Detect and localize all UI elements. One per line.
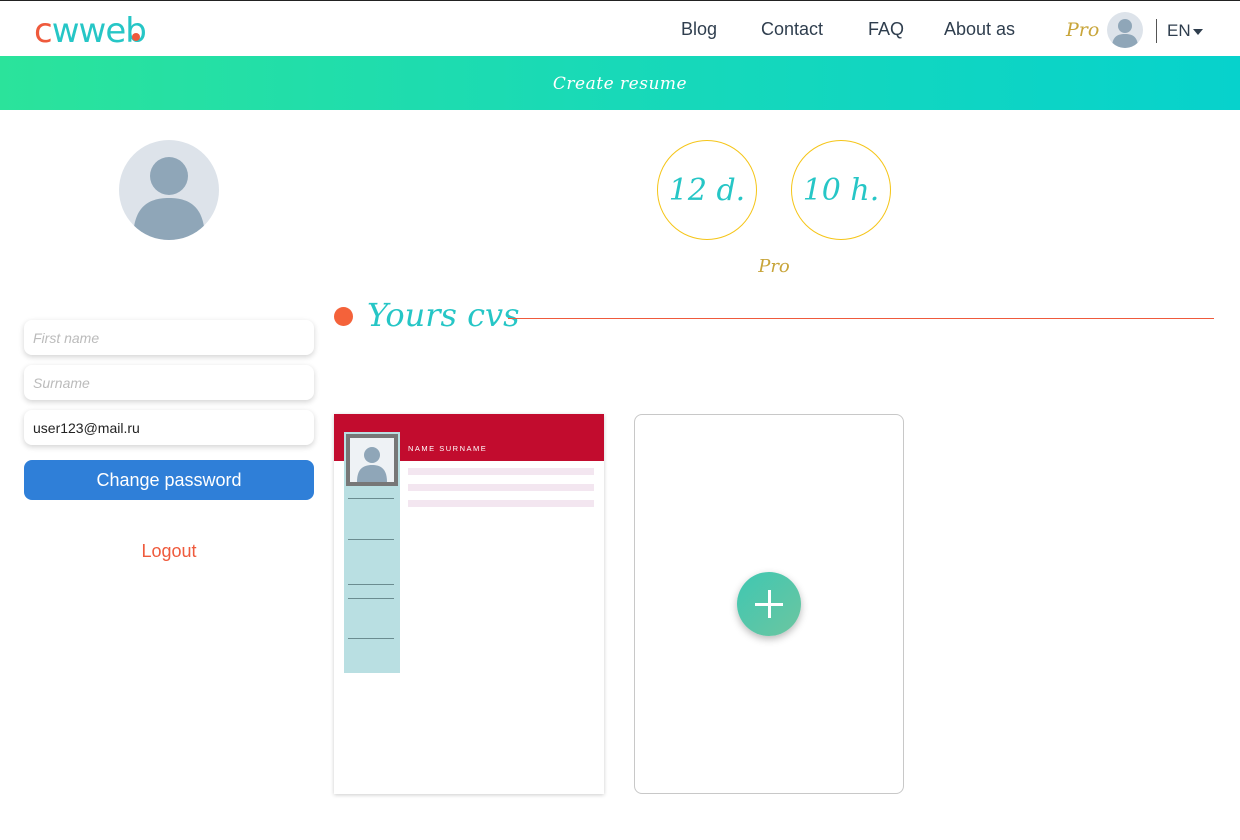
create-resume-label[interactable]: Create resume xyxy=(0,74,1240,94)
cv-thumbnail-card[interactable]: NAME SURNAME xyxy=(334,414,604,794)
days-remaining-value: 12 d. xyxy=(668,172,746,208)
cv-sidebar-divider xyxy=(348,498,394,499)
logo-dot xyxy=(132,33,140,41)
add-cv-button[interactable] xyxy=(737,572,801,636)
language-selector[interactable]: EN xyxy=(1167,21,1191,41)
caret-down-icon[interactable] xyxy=(1193,29,1203,35)
section-divider xyxy=(508,318,1214,319)
cv-sidebar-divider xyxy=(348,584,394,585)
hours-remaining-value: 10 h. xyxy=(802,172,880,208)
cv-name-text: NAME SURNAME xyxy=(408,444,488,453)
first-name-input[interactable] xyxy=(24,320,314,355)
cv-content-row xyxy=(408,468,594,475)
email-input[interactable] xyxy=(24,410,314,445)
cvweb-logo[interactable]: cwweb xyxy=(34,11,147,51)
pro-badge: Pro xyxy=(1066,19,1100,41)
cv-content-row xyxy=(408,500,594,507)
days-remaining-circle: 12 d. xyxy=(657,140,757,240)
hours-remaining-circle: 10 h. xyxy=(791,140,891,240)
nav-faq-link[interactable]: FAQ xyxy=(868,19,904,40)
nav-separator xyxy=(1156,19,1157,43)
logout-link[interactable]: Logout xyxy=(24,541,314,562)
cv-sidebar-divider xyxy=(348,598,394,599)
nav-blog-link[interactable]: Blog xyxy=(681,19,717,40)
plan-label: Pro xyxy=(758,256,790,277)
cv-content-row xyxy=(408,484,594,491)
user-avatar-icon[interactable] xyxy=(1107,12,1143,48)
nav-contact-link[interactable]: Contact xyxy=(761,19,823,40)
cv-sidebar-divider xyxy=(348,638,394,639)
profile-avatar-icon[interactable] xyxy=(119,140,219,240)
change-password-button[interactable]: Change password xyxy=(24,460,314,500)
cv-sidebar-divider xyxy=(348,539,394,540)
nav-about-link[interactable]: About as xyxy=(944,19,1015,40)
cv-photo-icon xyxy=(350,438,394,482)
cvs-section-title: Yours cvs xyxy=(367,296,520,334)
section-bullet xyxy=(334,307,353,326)
plus-icon-vertical xyxy=(768,590,771,618)
surname-input[interactable] xyxy=(24,365,314,400)
top-navbar: cwweb Blog Contact FAQ About as Pro EN xyxy=(0,0,1240,56)
